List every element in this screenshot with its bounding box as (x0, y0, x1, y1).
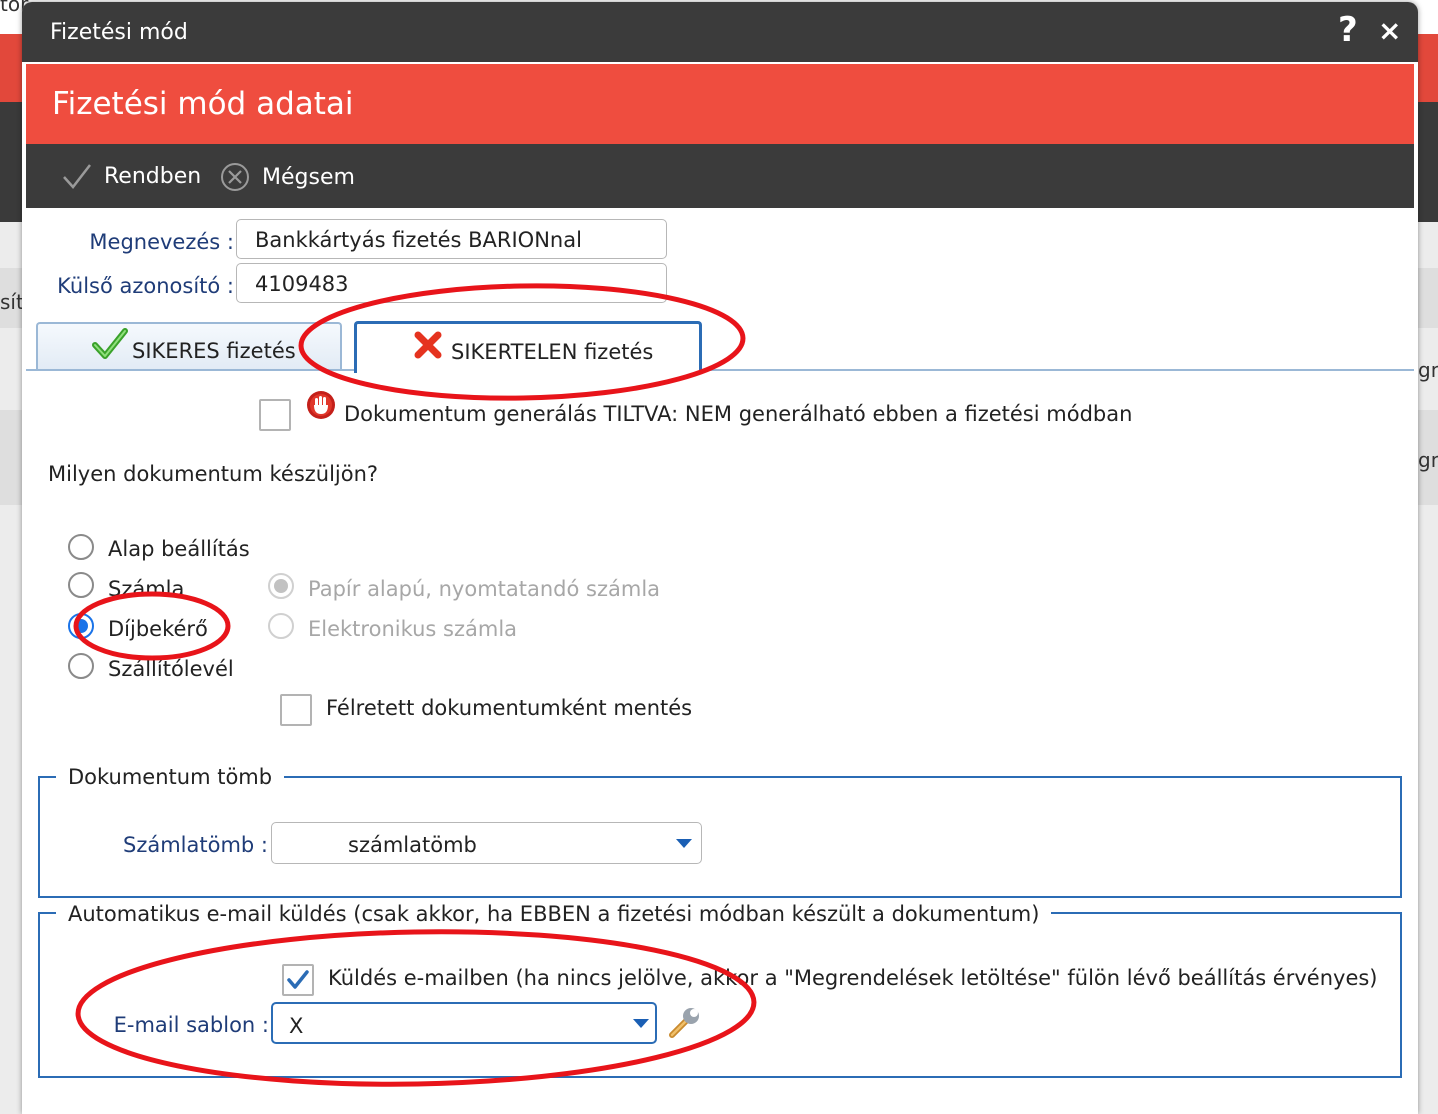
radio-payment-request[interactable] (68, 613, 94, 639)
help-button[interactable]: ? (1338, 10, 1358, 50)
background-text-fragment: gny (1418, 358, 1438, 382)
close-button[interactable]: × (1378, 14, 1401, 47)
name-input[interactable]: Bankkártyás fizetés BARIONnal (236, 219, 667, 259)
external-id-label: Külső azonosító : (57, 274, 234, 298)
checkbox-check-icon (287, 970, 309, 989)
radio-electronic-invoice[interactable] (268, 613, 294, 639)
save-as-draft-label: Félretett dokumentumként mentés (326, 696, 693, 720)
payment-method-dialog: Fizetési mód ? × Fizetési mód adatai Ren… (22, 2, 1418, 1114)
auto-email-legend: Automatikus e-mail küldés (csak akkor, h… (56, 902, 1052, 926)
document-block-legend: Dokumentum tömb (56, 765, 285, 789)
dialog-header: Fizetési mód adatai (26, 64, 1414, 144)
send-email-label: Küldés e-mailben (ha nincs jelölve, akko… (328, 966, 1378, 990)
radio-paper-invoice[interactable] (268, 573, 294, 599)
radio-electronic-invoice-label: Elektronikus számla (308, 617, 518, 641)
cancel-button-label: Mégsem (262, 164, 355, 190)
background-text-fragment: sít (0, 290, 24, 314)
email-template-value: X (289, 1014, 304, 1038)
cancel-button[interactable]: Mégsem (220, 162, 355, 192)
auto-email-section (38, 912, 1402, 1078)
radio-default-setting-label: Alap beállítás (108, 537, 250, 561)
dialog-toolbar: Rendben Mégsem (26, 144, 1414, 208)
radio-invoice[interactable] (68, 572, 94, 598)
tab-failed-payment-label: SIKERTELEN fizetés (451, 339, 654, 364)
cancel-circle-icon (221, 163, 249, 191)
stop-hand-icon (307, 391, 335, 419)
radio-default-setting[interactable] (68, 534, 94, 560)
invoice-block-value: számlatömb (348, 833, 477, 857)
wrench-icon[interactable] (666, 1005, 702, 1041)
forbid-generation-label: Dokumentum generálás TILTVA: NEM generál… (344, 402, 1133, 426)
invoice-block-select[interactable]: számlatömb (271, 822, 702, 864)
email-template-select[interactable]: X (271, 1002, 657, 1044)
tab-successful-payment[interactable]: SIKERES fizetés (36, 322, 342, 370)
tab-failed-payment[interactable]: SIKERTELEN fizetés (354, 321, 702, 373)
save-as-draft-checkbox[interactable] (280, 694, 312, 726)
tab-successful-payment-label: SIKERES fizetés (132, 339, 296, 363)
document-question: Milyen dokumentum készüljön? (48, 462, 379, 486)
email-template-label: E-mail sablon : (113, 1013, 269, 1037)
radio-payment-request-label: Díjbekérő (108, 617, 208, 641)
chevron-down-icon (676, 839, 692, 848)
dialog-titlebar: Fizetési mód ? × (22, 2, 1418, 62)
chevron-down-icon (633, 1019, 649, 1028)
background-text-fragment: gny (1418, 448, 1438, 472)
forbid-generation-checkbox[interactable] (259, 399, 291, 431)
name-label: Megnevezés : (89, 230, 234, 254)
page-title: Fizetési mód adatai (52, 86, 354, 122)
radio-delivery-note-label: Szállítólevél (108, 657, 234, 681)
invoice-block-label: Számlatömb : (122, 833, 268, 857)
send-email-checkbox[interactable] (282, 964, 314, 996)
radio-delivery-note[interactable] (68, 653, 94, 679)
ok-button-label: Rendben (104, 163, 202, 189)
check-icon (92, 328, 128, 359)
external-id-input[interactable]: 4109483 (236, 263, 667, 303)
dialog-title: Fizetési mód (50, 20, 188, 45)
radio-paper-invoice-label: Papír alapú, nyomtatandó számla (308, 577, 661, 601)
x-icon (414, 331, 442, 359)
radio-invoice-label: Számla (108, 577, 185, 601)
ok-button[interactable]: Rendben (62, 162, 201, 190)
checkmark-icon (63, 164, 91, 189)
